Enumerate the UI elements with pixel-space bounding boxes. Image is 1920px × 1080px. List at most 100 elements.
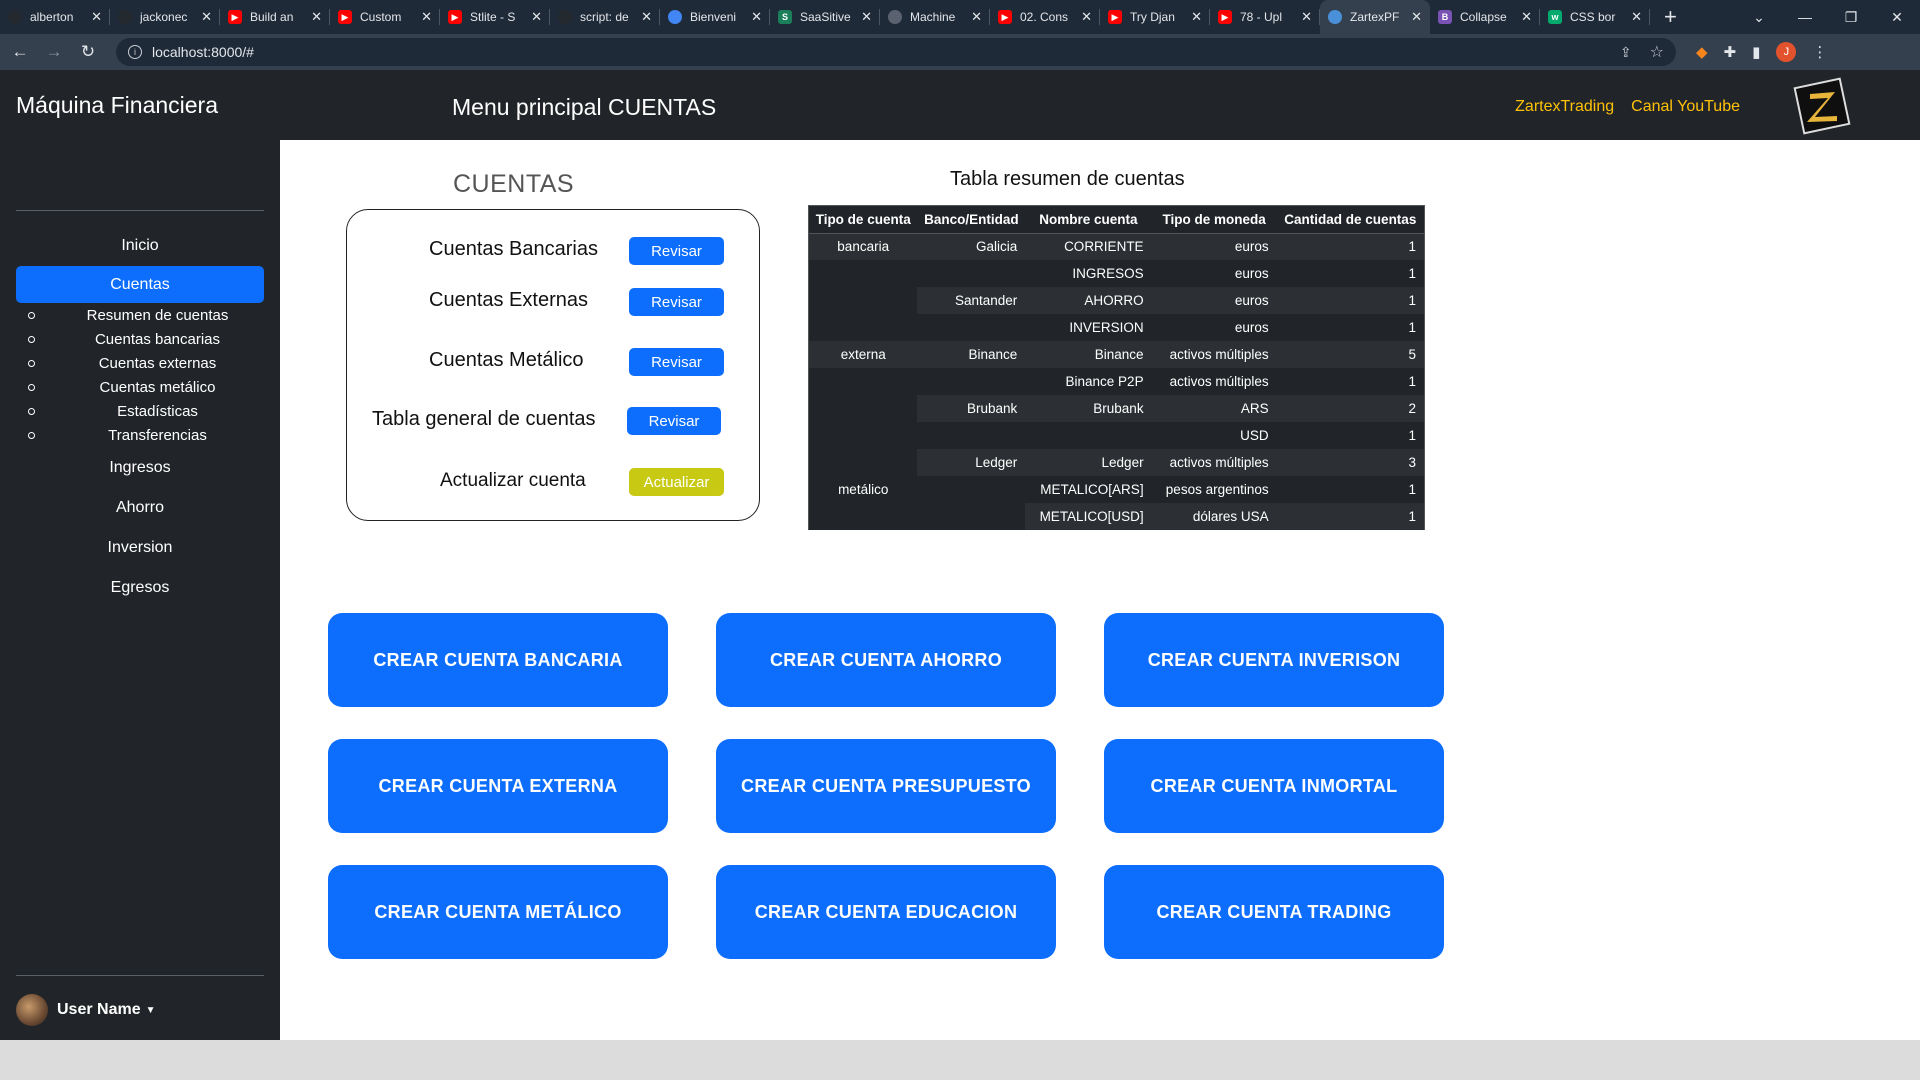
create-account-button[interactable]: CREAR CUENTA INMORTAL xyxy=(1104,739,1444,833)
row-label-metalico: Cuentas Metálico xyxy=(429,349,584,371)
tab-title: Try Djan xyxy=(1130,10,1175,24)
close-window-icon[interactable]: ✕ xyxy=(1874,9,1920,26)
create-account-button[interactable]: CREAR CUENTA TRADING xyxy=(1104,865,1444,959)
sidebar-item-inversion[interactable]: Inversion xyxy=(16,539,264,557)
close-tab-icon[interactable]: ✕ xyxy=(311,9,322,25)
sidebar-item-inicio[interactable]: Inicio xyxy=(16,237,264,255)
create-account-button[interactable]: CREAR CUENTA EXTERNA xyxy=(328,739,668,833)
minimize-icon[interactable]: — xyxy=(1782,9,1828,25)
cuentas-card: Cuentas Bancarias Revisar Cuentas Extern… xyxy=(346,209,760,521)
browser-tab[interactable]: jackonec ✕ xyxy=(110,0,220,34)
sidebar-item-ahorro[interactable]: Ahorro xyxy=(16,499,264,517)
tab-search-icon[interactable]: ⌄ xyxy=(1736,9,1782,26)
sidebar-subitem-externas[interactable]: Cuentas externas xyxy=(28,355,264,372)
close-tab-icon[interactable]: ✕ xyxy=(641,9,652,25)
browser-tab[interactable]: ▶ Try Djan ✕ xyxy=(1100,0,1210,34)
table-cell: euros xyxy=(1151,314,1277,341)
revisar-tabla-general-button[interactable]: Revisar xyxy=(627,407,721,435)
browser-tab[interactable]: ▶ Build an ✕ xyxy=(220,0,330,34)
browser-tab[interactable]: B Collapse ✕ xyxy=(1430,0,1540,34)
sidebar-subitem-estadisticas[interactable]: Estadísticas xyxy=(28,403,264,420)
close-tab-icon[interactable]: ✕ xyxy=(861,9,872,25)
close-tab-icon[interactable]: ✕ xyxy=(1301,9,1312,25)
bottom-gray-strip xyxy=(0,1040,1920,1080)
create-account-button[interactable]: CREAR CUENTA BANCARIA xyxy=(328,613,668,707)
sidebar-divider-top xyxy=(16,210,264,211)
browser-tab[interactable]: Machine ✕ xyxy=(880,0,990,34)
browser-tab[interactable]: ZartexPF ✕ xyxy=(1320,0,1430,34)
revisar-metalico-button[interactable]: Revisar xyxy=(629,348,724,376)
new-tab-icon[interactable]: + xyxy=(1664,4,1677,30)
share-icon[interactable]: ⇪ xyxy=(1620,44,1632,61)
sidebar-item-cuentas[interactable]: Cuentas xyxy=(16,266,264,303)
close-tab-icon[interactable]: ✕ xyxy=(201,9,212,25)
browser-tab[interactable]: S SaaSitive ✕ xyxy=(770,0,880,34)
side-panel-icon[interactable]: ▮ xyxy=(1752,43,1760,61)
bookmark-star-icon[interactable]: ☆ xyxy=(1650,42,1664,62)
top-navbar: Máquina Financiera Menu principal CUENTA… xyxy=(0,70,1920,140)
page-title: Menu principal CUENTAS xyxy=(452,94,717,120)
browser-tab[interactable]: alberton ✕ xyxy=(0,0,110,34)
table-cell xyxy=(809,422,918,449)
actualizar-button[interactable]: Actualizar xyxy=(629,468,724,496)
close-tab-icon[interactable]: ✕ xyxy=(971,9,982,25)
zartex-logo-icon[interactable] xyxy=(1793,77,1851,135)
browser-tab[interactable]: ▶ 78 - Upl ✕ xyxy=(1210,0,1320,34)
tab-title: CSS bor xyxy=(1570,10,1616,24)
close-tab-icon[interactable]: ✕ xyxy=(1411,9,1422,25)
table-cell: ARS xyxy=(1151,395,1277,422)
sidebar-item-ingresos[interactable]: Ingresos xyxy=(16,459,264,477)
browser-tab[interactable]: script: de ✕ xyxy=(550,0,660,34)
extensions-area: ◆ ✚ ▮ J ⋮ xyxy=(1696,42,1827,62)
browser-tab[interactable]: ▶ 02. Cons ✕ xyxy=(990,0,1100,34)
create-account-button[interactable]: CREAR CUENTA EDUCACION xyxy=(716,865,1056,959)
back-icon[interactable]: ← xyxy=(6,42,34,62)
close-tab-icon[interactable]: ✕ xyxy=(91,9,102,25)
create-account-button[interactable]: CREAR CUENTA INVERISON xyxy=(1104,613,1444,707)
table-cell: 3 xyxy=(1276,449,1424,476)
metamask-icon[interactable]: ◆ xyxy=(1696,43,1708,61)
link-zartextrading[interactable]: ZartexTrading xyxy=(1515,98,1614,116)
extensions-puzzle-icon[interactable]: ✚ xyxy=(1724,43,1737,61)
user-menu[interactable]: User Name ▼ xyxy=(16,994,156,1026)
close-tab-icon[interactable]: ✕ xyxy=(421,9,432,25)
browser-tab[interactable]: w CSS bor ✕ xyxy=(1540,0,1650,34)
site-info-icon[interactable]: i xyxy=(128,45,142,59)
close-tab-icon[interactable]: ✕ xyxy=(1631,9,1642,25)
sidebar-subitem-bancarias[interactable]: Cuentas bancarias xyxy=(28,331,264,348)
browser-tab[interactable]: Bienveni ✕ xyxy=(660,0,770,34)
revisar-bancarias-button[interactable]: Revisar xyxy=(629,237,724,265)
close-tab-icon[interactable]: ✕ xyxy=(1521,9,1532,25)
close-tab-icon[interactable]: ✕ xyxy=(531,9,542,25)
browser-menu-icon[interactable]: ⋮ xyxy=(1812,43,1827,61)
restore-icon[interactable]: ❐ xyxy=(1828,9,1874,26)
brand-title[interactable]: Máquina Financiera xyxy=(16,92,218,119)
forward-icon[interactable]: → xyxy=(40,42,68,62)
browser-tab[interactable]: ▶ Stlite - S ✕ xyxy=(440,0,550,34)
create-account-button[interactable]: CREAR CUENTA PRESUPUESTO xyxy=(716,739,1056,833)
sidebar-subitem-transferencias[interactable]: Transferencias xyxy=(28,427,264,444)
sidebar-subitem-resumen[interactable]: Resumen de cuentas xyxy=(28,307,264,324)
url-input[interactable]: i localhost:8000/# ⇪ ☆ xyxy=(116,38,1676,66)
revisar-externas-button[interactable]: Revisar xyxy=(629,288,724,316)
sidebar-item-egresos[interactable]: Egresos xyxy=(16,579,264,597)
profile-avatar[interactable]: J xyxy=(1776,42,1797,62)
table-cell: activos múltiples xyxy=(1151,449,1277,476)
close-tab-icon[interactable]: ✕ xyxy=(751,9,762,25)
create-account-button[interactable]: CREAR CUENTA METÁLICO xyxy=(328,865,668,959)
user-name: User Name xyxy=(57,1001,141,1018)
tab-title: Custom xyxy=(360,10,402,24)
create-account-button[interactable]: CREAR CUENTA AHORRO xyxy=(716,613,1056,707)
table-cell xyxy=(917,260,1026,287)
close-tab-icon[interactable]: ✕ xyxy=(1081,9,1092,25)
reload-icon[interactable]: ↻ xyxy=(74,42,102,62)
table-row: Brubank Brubank ARS 2 xyxy=(809,395,1424,422)
link-canal-youtube[interactable]: Canal YouTube xyxy=(1631,98,1740,116)
browser-tab[interactable]: ▶ Custom ✕ xyxy=(330,0,440,34)
table-cell: 1 xyxy=(1276,368,1424,395)
w3-icon: w xyxy=(1548,10,1562,24)
tab-title: Bienveni xyxy=(690,10,737,24)
close-tab-icon[interactable]: ✕ xyxy=(1191,9,1202,25)
sidebar-subitem-metalico[interactable]: Cuentas metálico xyxy=(28,379,264,396)
column-header: Cantidad de cuentas xyxy=(1276,206,1424,234)
